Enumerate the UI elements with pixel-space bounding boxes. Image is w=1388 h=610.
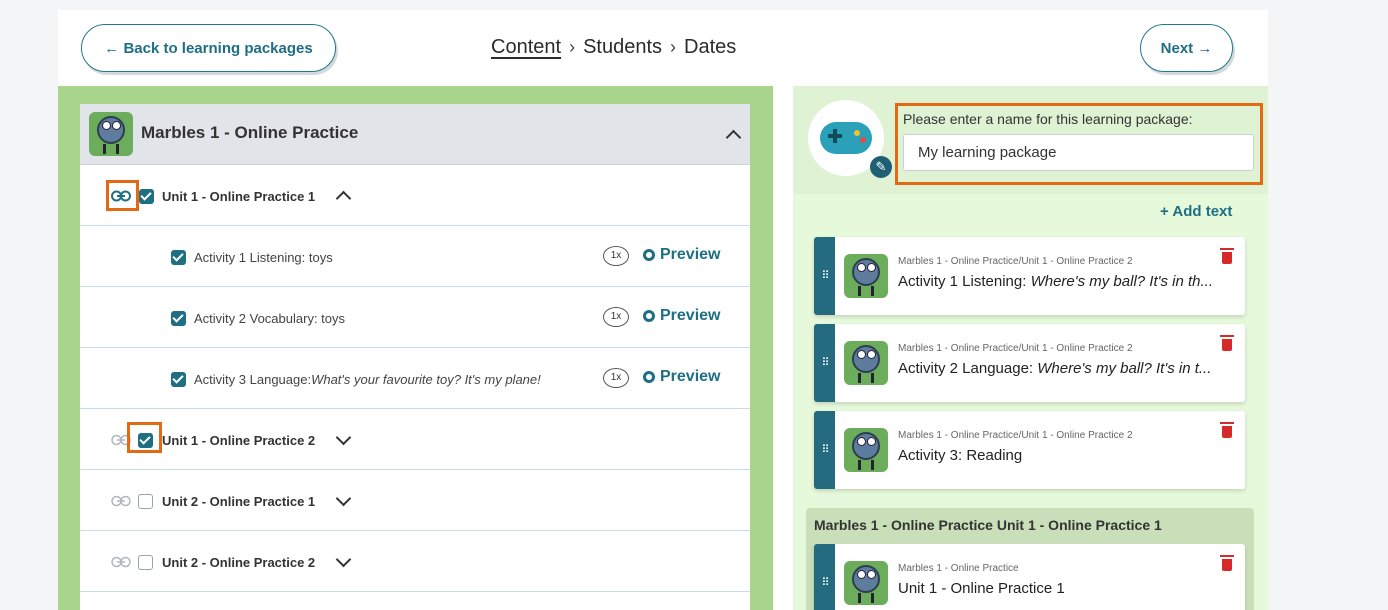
activity-label: Activity 1 Listening: toys (194, 250, 333, 265)
unit-row: Unit 1 - Online Practice 1 (80, 165, 750, 226)
activity-row: Activity 3 Language:What's your favourit… (80, 348, 750, 409)
preview-link[interactable]: Preview (643, 246, 720, 264)
unit-checkbox[interactable] (138, 494, 153, 509)
eye-icon (643, 310, 655, 322)
content-list: Marbles 1 - Online Practice Unit 1 - Onl… (80, 104, 750, 610)
link-icon[interactable] (111, 556, 131, 568)
repeat-icon[interactable]: 1x (603, 307, 629, 327)
card-crumb: Marbles 1 - Online Practice (898, 563, 1019, 574)
card-title: Activity 2 Language: Where's my ball? It… (898, 360, 1212, 377)
chevron-down-icon[interactable] (335, 551, 352, 568)
trash-icon[interactable] (1220, 335, 1234, 351)
drag-handle-icon[interactable]: ⠿ (814, 411, 835, 489)
drag-handle-icon[interactable]: ⠿ (814, 544, 835, 610)
unit-checkbox[interactable] (139, 189, 154, 204)
preview-label: Preview (660, 246, 721, 263)
breadcrumb-students[interactable]: Students (583, 36, 662, 59)
marbles-avatar-icon (844, 428, 888, 472)
chevron-up-icon[interactable] (335, 190, 352, 207)
trash-icon[interactable] (1220, 555, 1234, 571)
activity-label: Activity 2 Vocabulary: toys (194, 311, 346, 326)
unit-label: Unit 1 - Online Practice 2 (162, 433, 316, 448)
repeat-icon[interactable]: 1x (603, 368, 629, 388)
selected-activity-card[interactable]: ⠿ Marbles 1 - Online Practice/Unit 1 - O… (814, 237, 1245, 315)
marbles-avatar-icon (844, 254, 888, 298)
card-title: Unit 1 - Online Practice 1 (898, 580, 1065, 597)
link-icon[interactable] (111, 495, 131, 507)
activity-checkbox[interactable] (171, 372, 186, 387)
selected-activity-card[interactable]: ⠿ Marbles 1 - Online Practice/Unit 1 - O… (814, 324, 1245, 402)
marbles-avatar-icon (844, 341, 888, 385)
highlight-name-box (895, 103, 1263, 185)
drag-handle-icon[interactable]: ⠿ (814, 237, 835, 315)
gamepad-icon (820, 122, 872, 154)
marbles-avatar-icon (844, 561, 888, 605)
drag-handle-icon[interactable]: ⠿ (814, 324, 835, 402)
preview-label: Preview (660, 368, 721, 385)
activity-row: Activity 1 Listening: toys 1x Preview (80, 226, 750, 287)
activity-label: Activity 3 Language:What's your favourit… (194, 372, 541, 387)
activity-row: Activity 2 Vocabulary: toys 1x Preview (80, 287, 750, 348)
card-title: Activity 1 Listening: Where's my ball? I… (898, 273, 1214, 290)
eye-icon (643, 249, 655, 261)
selected-unit-card[interactable]: ⠿ Marbles 1 - Online Practice Unit 1 - O… (814, 544, 1245, 610)
breadcrumb-dates[interactable]: Dates (684, 36, 736, 59)
unit-row: Unit 2 - Online Practice 1 (80, 470, 750, 531)
unit-label: Unit 2 - Online Practice 2 (162, 555, 316, 570)
package-header[interactable]: Marbles 1 - Online Practice (80, 104, 750, 165)
unit-row: Unit 2 - Online Practice 2 (80, 531, 750, 592)
unit-label: Unit 2 - Online Practice 1 (162, 494, 316, 509)
pencil-icon[interactable]: ✎ (870, 156, 892, 178)
breadcrumb: Content › Students › Dates (491, 36, 736, 59)
trash-icon[interactable] (1220, 422, 1234, 438)
card-crumb: Marbles 1 - Online Practice/Unit 1 - Onl… (898, 430, 1133, 441)
card-crumb: Marbles 1 - Online Practice/Unit 1 - Onl… (898, 343, 1133, 354)
eye-icon (643, 371, 655, 383)
preview-link[interactable]: Preview (643, 307, 720, 325)
unit-checkbox[interactable] (138, 555, 153, 570)
highlight-checkbox-box (127, 422, 162, 453)
preview-link[interactable]: Preview (643, 368, 720, 386)
repeat-icon[interactable]: 1x (603, 246, 629, 266)
breadcrumb-separator: › (670, 37, 677, 57)
chevron-down-icon[interactable] (335, 429, 352, 446)
trash-icon[interactable] (1220, 248, 1234, 264)
package-title: Marbles 1 - Online Practice (141, 123, 359, 142)
back-to-packages-button[interactable]: ← Back to learning packages (81, 24, 336, 72)
unit-label: Unit 1 - Online Practice 1 (162, 189, 316, 204)
unit-group-title: Marbles 1 - Online Practice Unit 1 - Onl… (814, 517, 1162, 533)
next-button[interactable]: Next → (1140, 24, 1233, 72)
breadcrumb-content[interactable]: Content (491, 36, 561, 59)
add-text-button[interactable]: + Add text (1160, 203, 1232, 220)
card-title: Activity 3: Reading (898, 447, 1023, 464)
card-crumb: Marbles 1 - Online Practice/Unit 1 - Onl… (898, 256, 1133, 267)
chevron-down-icon[interactable] (335, 490, 352, 507)
highlight-link-box (106, 180, 139, 211)
selected-activity-card[interactable]: ⠿ Marbles 1 - Online Practice/Unit 1 - O… (814, 411, 1245, 489)
marbles-avatar-icon (89, 112, 133, 156)
preview-label: Preview (660, 307, 721, 324)
activity-checkbox[interactable] (171, 250, 186, 265)
breadcrumb-separator: › (569, 37, 576, 57)
chevron-up-icon[interactable] (725, 129, 742, 146)
activity-checkbox[interactable] (171, 311, 186, 326)
unit-row: Unit 1 - Online Practice 2 (80, 409, 750, 470)
